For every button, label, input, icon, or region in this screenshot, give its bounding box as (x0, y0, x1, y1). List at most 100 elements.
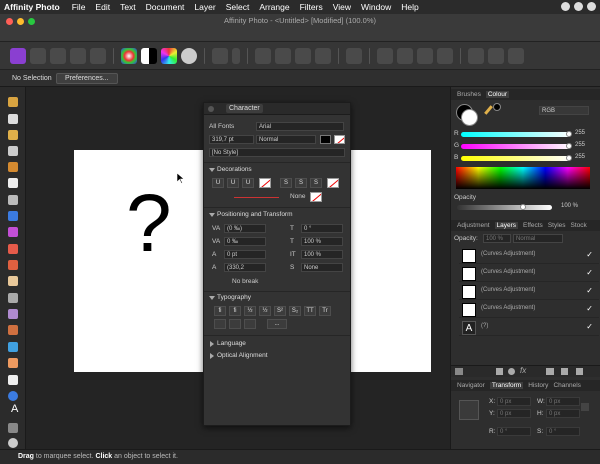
shear-field[interactable]: 0 ° (301, 224, 343, 233)
patch-tool-icon[interactable] (8, 358, 18, 368)
zoom-tool-icon[interactable] (8, 438, 18, 448)
flood-select-tool-icon[interactable] (8, 178, 18, 188)
opacity-slider-knob[interactable] (520, 204, 526, 210)
menu-file[interactable]: File (72, 2, 86, 12)
text-style-field[interactable]: [No Style] (209, 148, 345, 157)
blue-slider[interactable] (461, 156, 571, 161)
clone-tool-icon[interactable] (8, 309, 18, 319)
shear-transform-field[interactable]: 0 ° (546, 427, 580, 436)
menu-help[interactable]: Help (401, 2, 418, 12)
snapping-icon[interactable] (315, 47, 331, 64)
typo-small-caps-button[interactable]: Tr (319, 306, 331, 316)
color-wheel-icon[interactable] (121, 47, 137, 64)
decoration-outline-swatch[interactable] (310, 192, 322, 202)
arrange-forward-icon[interactable] (417, 47, 433, 64)
x-field[interactable]: 0 px (497, 397, 531, 406)
typo-caps-button[interactable]: TT (304, 306, 316, 316)
opacity-value[interactable]: 100 % (559, 202, 585, 211)
layer-row[interactable]: (Curves Adjustment) ✓ (459, 301, 599, 318)
personas-icon[interactable] (508, 47, 524, 64)
marquee-tool-icon[interactable] (8, 195, 18, 205)
export-persona-icon[interactable] (90, 47, 106, 64)
move-tool-icon[interactable] (8, 114, 18, 124)
shape-tool-icon[interactable] (8, 391, 18, 401)
typo-option-3-button[interactable] (244, 319, 256, 329)
status-icon[interactable] (561, 2, 570, 11)
color-picker-tool-icon[interactable] (8, 130, 18, 140)
language-section[interactable]: Language (204, 338, 350, 349)
tab-brushes[interactable]: Brushes (457, 91, 481, 98)
strike-color-swatch[interactable] (327, 178, 339, 188)
positioning-transform-section[interactable]: Positioning and Transform (204, 209, 350, 220)
selection-brush-tool-icon[interactable] (8, 162, 18, 172)
green-value[interactable]: 255 (573, 141, 595, 150)
green-slider-knob[interactable] (566, 143, 572, 149)
erase-tool-icon[interactable] (8, 276, 18, 286)
preferences-toolbar-icon[interactable] (488, 47, 504, 64)
menu-view[interactable]: View (333, 2, 351, 12)
typo-subscript-button[interactable]: S₂ (289, 306, 301, 316)
decorations-section[interactable]: Decorations (204, 164, 350, 175)
underline-single-button[interactable]: U (212, 178, 224, 188)
baseline-shift-field[interactable]: 0 pt (224, 250, 266, 259)
no-grid-icon[interactable] (275, 47, 291, 64)
artistic-text-glyph[interactable]: ? (126, 183, 172, 265)
color-model-field[interactable]: RGB (539, 106, 589, 115)
leading-field[interactable]: (330,2 (224, 263, 266, 272)
quick-mask-icon[interactable] (346, 47, 362, 64)
tab-stock[interactable]: Stock (571, 222, 587, 229)
tab-layers[interactable]: Layers (494, 222, 519, 229)
color-spectrum[interactable] (456, 167, 590, 189)
red-slider[interactable] (461, 132, 571, 137)
color-replacement-tool-icon[interactable] (8, 260, 18, 270)
typo-fraction-button[interactable]: ½ (244, 306, 256, 316)
menu-arrange[interactable]: Arrange (259, 2, 289, 12)
assistant-icon[interactable] (468, 47, 484, 64)
delete-layer-icon[interactable] (576, 368, 583, 375)
menu-app[interactable]: Affinity Photo (4, 2, 60, 12)
new-group-icon[interactable] (546, 368, 554, 375)
kerning-field[interactable]: 0 ‰ (224, 237, 266, 246)
mask-icon[interactable] (496, 368, 503, 375)
menu-text[interactable]: Text (120, 2, 136, 12)
mesh-warp-tool-icon[interactable] (8, 423, 18, 433)
layer-row[interactable]: (Curves Adjustment) ✓ (459, 265, 599, 282)
gradient-tool-icon[interactable] (8, 227, 18, 237)
menu-layer[interactable]: Layer (194, 2, 215, 12)
text-fill-none-swatch[interactable] (334, 135, 345, 144)
sync-icon[interactable] (574, 2, 583, 11)
w-field[interactable]: 0 px (546, 397, 580, 406)
mini-swatch-icon[interactable] (493, 103, 501, 111)
tab-colour[interactable]: Colour (485, 91, 510, 98)
font-style-field[interactable]: Normal (256, 135, 316, 144)
font-family-field[interactable]: Arial (256, 122, 344, 131)
tab-adjustment[interactable]: Adjustment (457, 222, 490, 229)
levels-icon[interactable] (141, 47, 157, 64)
red-value[interactable]: 255 (573, 129, 595, 138)
selection-mode-icon[interactable] (212, 47, 228, 64)
blemish-tool-icon[interactable] (8, 325, 18, 335)
underline-double-button[interactable]: U (227, 178, 239, 188)
layer-visible-check-icon[interactable]: ✓ (586, 268, 593, 277)
hand-tool-icon[interactable] (8, 97, 18, 107)
typo-more-button[interactable]: ... (267, 319, 287, 329)
menu-document[interactable]: Document (146, 2, 185, 12)
strike-single-button[interactable]: S (280, 178, 292, 188)
no-break-label[interactable]: No break (232, 278, 258, 288)
dodge-tool-icon[interactable] (8, 293, 18, 303)
layer-visible-check-icon[interactable]: ✓ (586, 286, 593, 295)
user-icon[interactable] (587, 2, 596, 11)
preferences-button[interactable]: Preferences... (56, 72, 118, 84)
layer-row[interactable]: A (?) ✓ (459, 319, 599, 336)
layer-stack-icon[interactable] (455, 368, 463, 375)
crop-tool-icon[interactable] (8, 146, 18, 156)
paint-brush-tool-icon[interactable] (8, 244, 18, 254)
liquify-persona-icon[interactable] (30, 47, 46, 64)
hsl-icon[interactable] (161, 47, 177, 64)
anchor-selector[interactable] (459, 400, 479, 420)
flood-fill-tool-icon[interactable] (8, 211, 18, 221)
typography-section[interactable]: Typography (204, 292, 350, 303)
photo-persona-icon[interactable] (10, 47, 26, 64)
blue-value[interactable]: 255 (573, 153, 595, 162)
optical-alignment-section[interactable]: Optical Alignment (204, 350, 350, 361)
